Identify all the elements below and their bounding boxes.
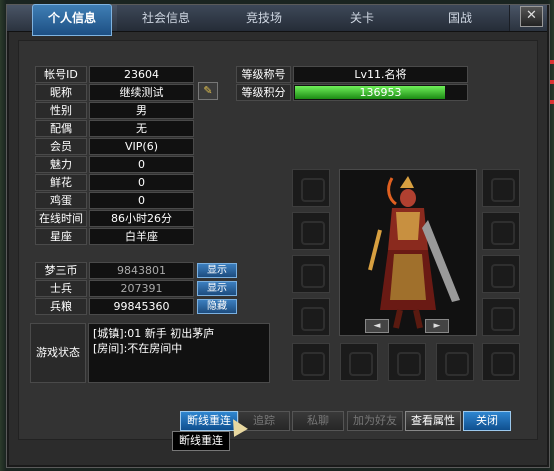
tab-bar: 个人信息 社会信息 竞技场 关卡 国战	[7, 4, 547, 36]
grain-label: 兵粮	[35, 298, 87, 315]
equip-slot[interactable]	[482, 343, 520, 381]
nickname-value: 继续测试	[89, 84, 194, 101]
tab-social-info[interactable]: 社会信息	[117, 5, 216, 31]
flowers-value: 0	[89, 174, 194, 191]
flowers-label: 鲜花	[35, 174, 87, 191]
member-value: VIP(6)	[89, 138, 194, 155]
rank-points-label: 等级积分	[236, 84, 291, 101]
rank-points-value: 136953	[359, 86, 402, 99]
equip-slot[interactable]	[292, 255, 330, 293]
spouse-label: 配偶	[35, 120, 87, 137]
soldiers-value: 207391	[89, 280, 194, 297]
hide-grain-button[interactable]: 隐藏	[197, 299, 237, 314]
equip-slot[interactable]	[292, 343, 330, 381]
eggs-label: 鸡蛋	[35, 192, 87, 209]
rank-title-label: 等级称号	[236, 66, 291, 83]
add-friend-button[interactable]: 加为好友	[347, 411, 403, 431]
warrior-figure-icon	[368, 176, 460, 329]
member-label: 会员	[35, 138, 87, 155]
tooltip: 断线重连	[172, 431, 230, 451]
dream-coins-value: 9843801	[89, 262, 194, 279]
status-line-room: [房间]:不在房间中	[93, 342, 183, 355]
rank-points-bar: 136953	[293, 84, 468, 101]
show-soldiers-button[interactable]: 显示	[197, 281, 237, 296]
tab-national-war[interactable]: 国战	[411, 5, 510, 31]
dream-coins-label: 梦三币	[35, 262, 87, 279]
character-portrait: ◄ ►	[339, 169, 477, 336]
grain-value: 99845360	[89, 298, 194, 315]
view-attributes-button[interactable]: 查看属性	[405, 411, 461, 431]
equip-slot[interactable]	[436, 343, 474, 381]
charm-label: 魅力	[35, 156, 87, 173]
game-status-label: 游戏状态	[30, 323, 86, 383]
zodiac-value: 白羊座	[89, 228, 194, 245]
edit-nickname-icon[interactable]: ✎	[198, 82, 218, 100]
equip-slot[interactable]	[340, 343, 378, 381]
equip-slot[interactable]	[292, 169, 330, 207]
equip-slot[interactable]	[388, 343, 426, 381]
account-id-value: 23604	[89, 66, 194, 83]
tab-arena[interactable]: 竞技场	[215, 5, 314, 31]
equip-slot[interactable]	[482, 298, 520, 336]
tab-personal-info[interactable]: 个人信息	[32, 4, 112, 36]
tab-stages[interactable]: 关卡	[313, 5, 412, 31]
rank-title-value: Lv11.名将	[293, 66, 468, 83]
spouse-value: 无	[89, 120, 194, 137]
soldiers-label: 士兵	[35, 280, 87, 297]
private-chat-button[interactable]: 私聊	[292, 411, 344, 431]
status-line-town: [城镇]:01 新手 初出茅庐	[93, 327, 215, 340]
equip-slot[interactable]	[292, 298, 330, 336]
close-icon[interactable]: ✕	[520, 6, 543, 27]
game-status-box: [城镇]:01 新手 初出茅庐 [房间]:不在房间中	[88, 323, 270, 383]
equip-slot[interactable]	[482, 212, 520, 250]
zodiac-label: 星座	[35, 228, 87, 245]
online-time-value: 86小时26分	[89, 210, 194, 227]
show-dream-coins-button[interactable]: 显示	[197, 263, 237, 278]
close-button[interactable]: 关闭	[463, 411, 511, 431]
rotate-right-button[interactable]: ►	[425, 319, 449, 333]
gender-value: 男	[89, 102, 194, 119]
gender-label: 性别	[35, 102, 87, 119]
equip-slot[interactable]	[482, 169, 520, 207]
charm-value: 0	[89, 156, 194, 173]
online-time-label: 在线时间	[35, 210, 87, 227]
rotate-left-button[interactable]: ◄	[365, 319, 389, 333]
nickname-label: 昵称	[35, 84, 87, 101]
equip-slot[interactable]	[292, 212, 330, 250]
equip-slot[interactable]	[482, 255, 520, 293]
account-id-label: 帐号ID	[35, 66, 87, 83]
eggs-value: 0	[89, 192, 194, 209]
